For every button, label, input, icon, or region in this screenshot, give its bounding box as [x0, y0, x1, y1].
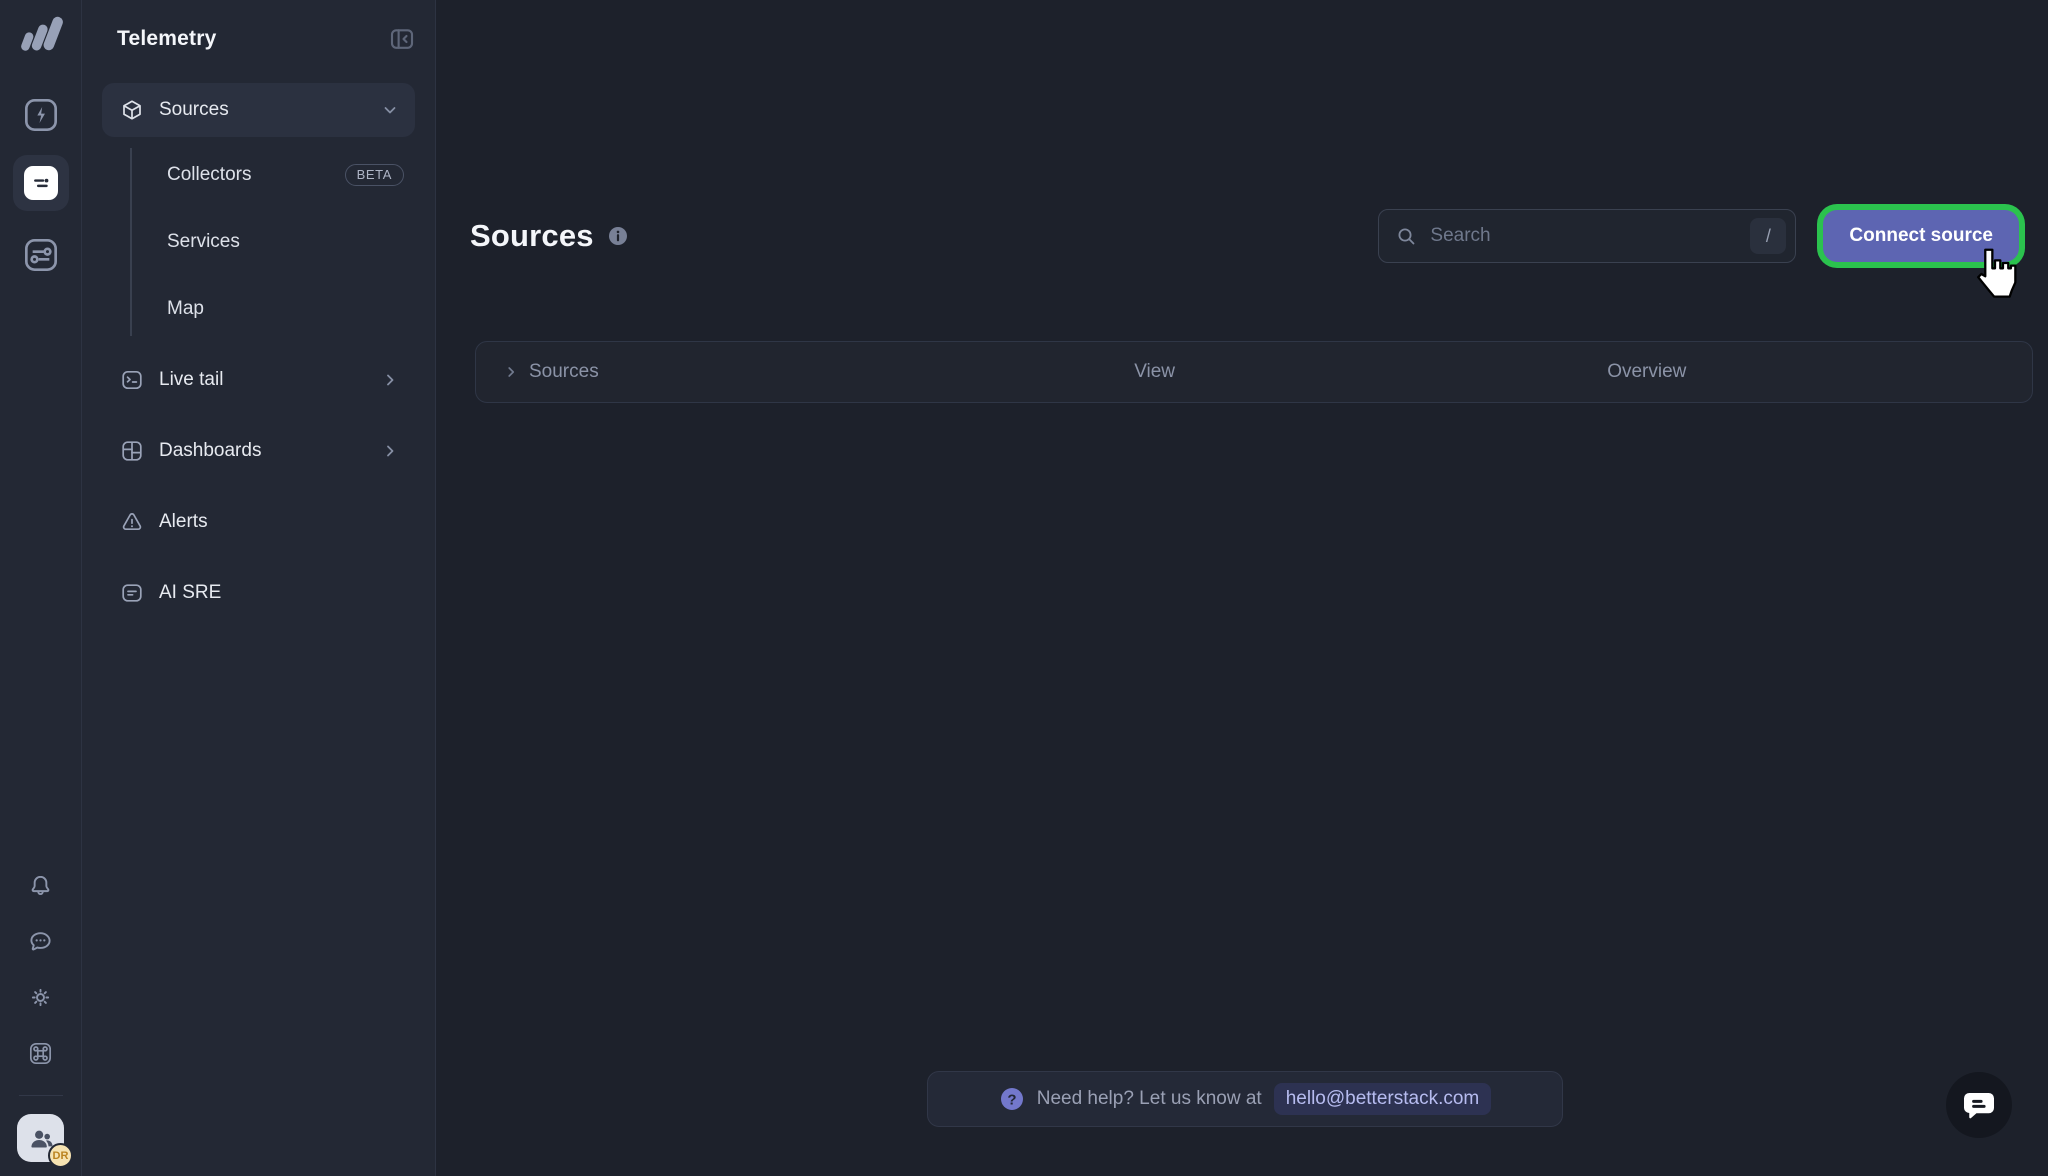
sidebar-item-label: Collectors [167, 164, 251, 186]
notifications-button[interactable] [21, 865, 61, 905]
help-bar: ? Need help? Let us know at hello@better… [927, 1071, 1563, 1127]
table-group-sources[interactable]: Sources [476, 361, 1134, 383]
sidebar-item-alerts[interactable]: Alerts [102, 495, 415, 549]
sidebar-item-map[interactable]: Map [102, 282, 415, 336]
search-shortcut-key: / [1750, 218, 1786, 254]
keyboard-shortcuts-button[interactable] [21, 1033, 61, 1073]
account-avatar[interactable]: DR [17, 1114, 64, 1162]
search-input[interactable] [1428, 224, 1739, 248]
spacer [82, 336, 435, 353]
logs-lines-glyph [28, 170, 54, 196]
uptime-nav-button[interactable] [19, 93, 63, 137]
sidebar-item-label: Live tail [159, 369, 223, 391]
chevron-right-icon [381, 442, 399, 460]
column-header-sources: Sources [529, 361, 599, 383]
betterstack-logo-icon[interactable] [18, 13, 64, 57]
sliders-icon [21, 235, 61, 275]
sources-table-header: Sources View Overview [475, 341, 2033, 403]
chat-dots-icon [27, 928, 54, 955]
alert-triangle-icon [120, 510, 144, 534]
column-header-overview: Overview [1607, 361, 2032, 383]
feedback-chat-button[interactable] [21, 921, 61, 961]
page-title: Sources [470, 218, 594, 254]
sidebar-item-ai-sre[interactable]: AI SRE [102, 566, 415, 620]
search-icon [1395, 225, 1417, 247]
sun-icon [27, 984, 54, 1011]
package-cube-icon [120, 98, 144, 122]
sidebar-item-label: Map [167, 298, 204, 320]
command-key-icon [27, 1040, 54, 1067]
question-circle-icon: ? [999, 1086, 1025, 1112]
panel-collapse-icon [387, 24, 417, 54]
sidebar-item-dashboards[interactable]: Dashboards [102, 424, 415, 478]
bell-icon [27, 872, 54, 899]
workspace-rail: DR [0, 0, 82, 1176]
message-lines-icon [120, 581, 144, 605]
rail-divider [19, 1095, 63, 1096]
sidebar-header: Telemetry [82, 0, 435, 56]
sidebar-item-label: Services [167, 231, 240, 253]
betterstack-logo-glyph [18, 13, 64, 57]
sidebar-item-label: Alerts [159, 511, 208, 533]
chevron-right-icon [503, 364, 519, 380]
telemetry-sidebar: Telemetry Sources [82, 0, 436, 1176]
chevron-down-icon [381, 101, 399, 119]
chat-bubble-icon [1961, 1087, 1997, 1123]
title-wrap: Sources [470, 218, 629, 254]
header-actions: / Connect source [1378, 209, 2019, 263]
app-root: DR Telemetry Sources [0, 0, 2048, 1176]
admin-sliders-nav-button[interactable] [19, 233, 63, 277]
svg-text:?: ? [1007, 1091, 1016, 1108]
page-header: Sources / Connect source [470, 206, 2019, 266]
sidebar-item-services[interactable]: Services [102, 215, 415, 269]
logs-icon [24, 166, 58, 200]
lightning-bolt-icon [21, 95, 61, 135]
column-header-view: View [1134, 361, 1607, 383]
sidebar-item-label: Dashboards [159, 440, 261, 462]
chevron-right-icon [381, 371, 399, 389]
theme-toggle-button[interactable] [21, 977, 61, 1017]
help-text: Need help? Let us know at [1037, 1088, 1262, 1110]
connect-source-button[interactable]: Connect source [1823, 210, 2019, 262]
telemetry-nav-button-active[interactable] [13, 155, 69, 211]
support-chat-fab[interactable] [1946, 1072, 2012, 1138]
search-box[interactable]: / [1378, 209, 1796, 263]
terminal-icon [120, 368, 144, 392]
rail-bottom-group: DR [17, 865, 64, 1176]
sidebar-item-label: Sources [159, 99, 229, 121]
sources-subnav: Collectors BETA Services Map [102, 148, 415, 336]
sidebar-item-sources[interactable]: Sources [102, 83, 415, 137]
user-initials-badge: DR [48, 1143, 73, 1168]
sidebar-item-label: AI SRE [159, 582, 221, 604]
help-email-link[interactable]: hello@betterstack.com [1274, 1083, 1492, 1115]
sidebar-title: Telemetry [117, 27, 216, 51]
sidebar-item-live-tail[interactable]: Live tail [102, 353, 415, 407]
info-icon[interactable] [607, 225, 629, 247]
collapse-sidebar-button[interactable] [387, 24, 417, 54]
sidebar-item-collectors[interactable]: Collectors BETA [102, 148, 415, 202]
beta-badge: BETA [345, 164, 404, 186]
layout-grid-icon [120, 439, 144, 463]
